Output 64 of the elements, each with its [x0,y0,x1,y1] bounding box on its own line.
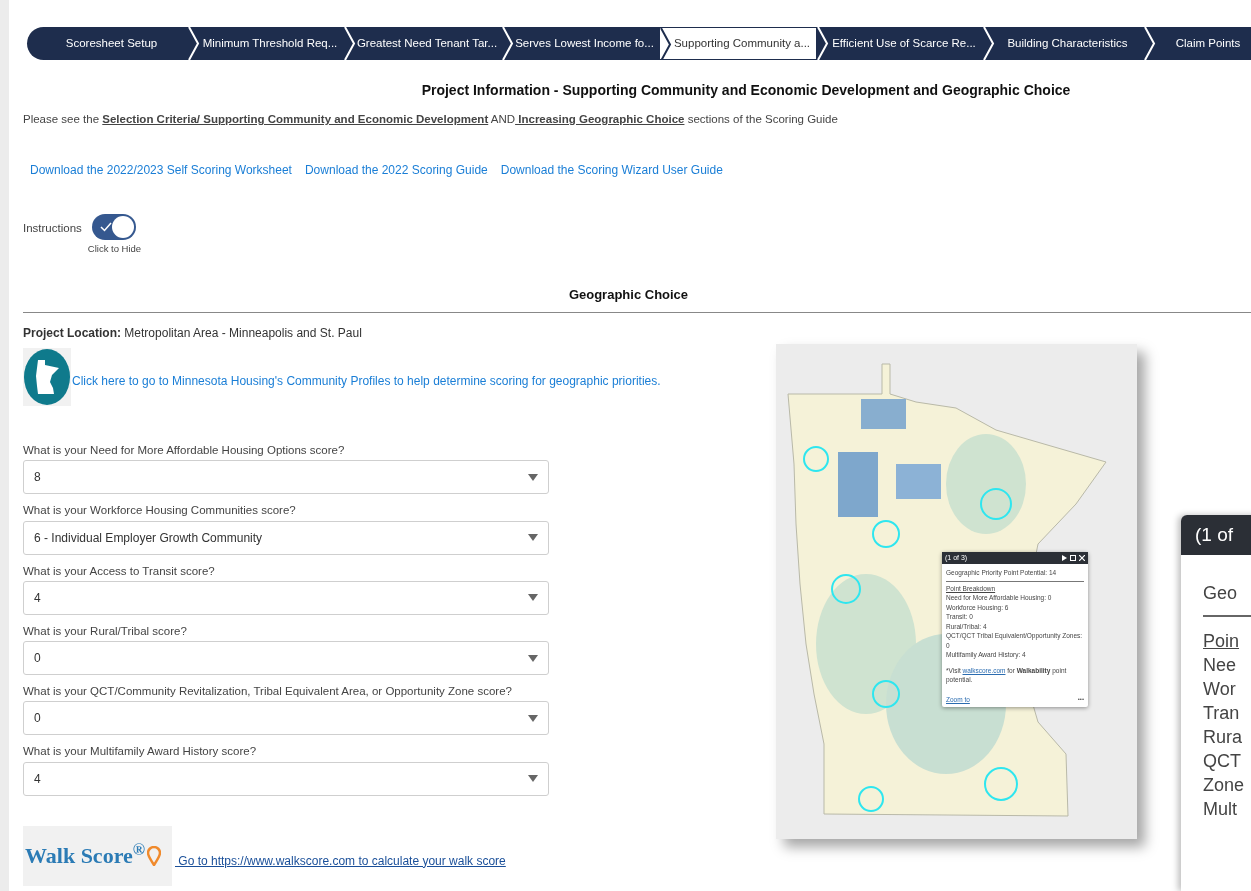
step-tab[interactable]: Claim Points [1144,27,1251,60]
intro-text: Please see the Selection Criteria/ Supporting Community and Economic Development AND Increasing Geographic Choice sections of the Scoring Guide [23,112,839,127]
zoomed-popup-line: Mult [1203,798,1238,821]
step-tab[interactable]: Building Characteristics [983,27,1144,60]
score-dropdown[interactable]: 0 [23,641,549,675]
download-link[interactable]: Download the 2022 Scoring Guide [304,161,488,180]
score-dropdown[interactable]: 4 [23,761,549,796]
chevron-icon [983,27,995,60]
walk-score-logo: Walk Score$^{®}$ [23,825,172,886]
instructions-label: Instructions [23,221,82,237]
step-tab[interactable]: Scoresheet Setup [27,27,188,60]
score-dropdown[interactable]: 8 [23,460,549,495]
score-dropdown[interactable]: 6 - Individual Employer Growth Community [23,520,549,555]
toggle-knob[interactable] [112,216,135,239]
zoomed-popup-line: Rura [1203,726,1243,749]
question-label: What is your Rural/Tribal score? [23,623,188,639]
caret-icon [528,473,538,481]
caret-icon [528,594,538,602]
zoomed-popup-heading: Geo [1203,582,1239,605]
maximize-icon[interactable] [1070,555,1076,561]
score-dropdown[interactable]: 4 [23,580,549,615]
step-tab[interactable]: Greatest Need Tenant Tar... [344,27,502,60]
step-tab[interactable]: Serves Lowest Income fo... [502,27,659,60]
zoomed-popup-line: QCT [1203,750,1242,773]
step-tab[interactable]: Minimum Threshold Req... [188,27,344,60]
page-title: Project Information - Supporting Community and Economic Development and Geographic Choice [420,81,1072,100]
score-dropdown[interactable]: 0 [23,701,549,736]
scoring-guide-link[interactable]: Increasing Geographic Choice [515,113,685,125]
caret-icon [528,714,538,722]
zoomed-popup-line: Tran [1203,702,1241,725]
caret-icon [528,534,538,541]
caret-icon [528,775,538,782]
step-tab[interactable]: Efficient Use of Scarce Re... [817,27,983,60]
chevron-icon [344,27,356,60]
caret-icon [528,654,538,662]
project-location: Project Location: Metropolitan Area - Minneapolis and St. Paul [23,325,363,342]
instructions-toggle[interactable] [92,214,137,241]
chevron-icon [817,27,829,60]
question-label: What is your Access to Transit score? [23,563,216,579]
zoomed-popup-line: Nee [1203,654,1238,677]
question-label: What is your Multifamily Award History score? [23,744,258,760]
chevron-icon [660,28,672,59]
minnesota-state-icon [23,348,71,406]
question-label: What is your QCT/Community Revitalization, Tribal Equivalent Area, or Opportunity Zone score? [23,684,513,699]
close-icon[interactable] [1079,555,1085,561]
walk-score-link[interactable]: Go to https://www.walkscore.com to calculate your walk score [175,851,506,870]
step-tab[interactable]: Supporting Community a... [659,27,817,60]
community-profiles-link[interactable]: Click here to go to Minnesota Housing's Community Profiles to help determine scoring for geographic priorities. [72,372,661,390]
zoomed-popup-counter: (1 of [1195,522,1234,547]
scoring-guide-link[interactable]: Selection Criteria/ Supporting Community and Economic Development [102,113,489,125]
section-title: Geographic Choice [567,285,690,304]
download-link[interactable]: Download the 2022/2023 Self Scoring Worksheet [30,161,292,180]
question-label: What is your Need for More Affordable Housing Options score? [23,443,346,458]
play-icon[interactable] [1062,555,1067,561]
chevron-icon [502,27,514,60]
zoomed-popup-line: Zone [1203,774,1246,797]
download-link[interactable]: Download the Scoring Wizard User Guide [500,161,723,180]
zoomed-popup-line: Wor [1203,678,1237,701]
chevron-icon [1144,27,1156,60]
question-label: What is your Workforce Housing Communities score? [23,503,297,519]
toggle-caption: Click to Hide [87,242,142,257]
zoomed-breakdown-title: Poin [1203,630,1241,653]
checkmark-icon [100,222,113,233]
chevron-icon [188,27,200,60]
